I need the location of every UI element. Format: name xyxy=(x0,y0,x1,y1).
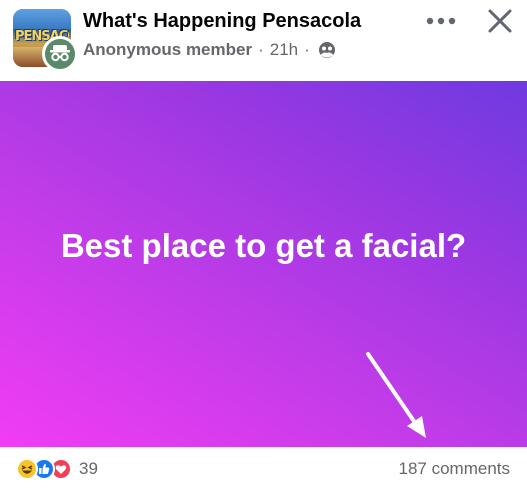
meta-separator-2: · xyxy=(304,40,310,59)
haha-icon xyxy=(16,458,38,480)
more-options-button[interactable] xyxy=(424,6,458,36)
arrow-icon xyxy=(366,352,426,438)
reaction-count: 39 xyxy=(79,459,98,478)
anonymous-icon xyxy=(50,45,70,62)
reactions-summary[interactable]: 39 xyxy=(16,457,98,481)
anonymous-avatar[interactable] xyxy=(42,36,78,72)
close-button[interactable] xyxy=(483,4,517,38)
meta-separator: · xyxy=(258,40,264,59)
more-horizontal-icon xyxy=(426,17,456,25)
post-header: PENSACOLA What's Happening Pensacola Ano… xyxy=(0,0,527,80)
group-icon xyxy=(318,42,335,58)
group-name[interactable]: What's Happening Pensacola xyxy=(83,10,361,33)
comments-count-link[interactable]: 187 comments xyxy=(399,459,511,479)
author-name[interactable]: Anonymous member xyxy=(83,40,252,60)
group-avatar-sky xyxy=(13,9,71,29)
post-text: Best place to get a facial? xyxy=(60,227,467,264)
post-meta: Anonymous member · 21h · xyxy=(83,40,336,60)
post-footer: 39 187 comments xyxy=(0,447,527,500)
close-icon xyxy=(488,9,512,33)
post-time[interactable]: 21h xyxy=(270,40,298,60)
